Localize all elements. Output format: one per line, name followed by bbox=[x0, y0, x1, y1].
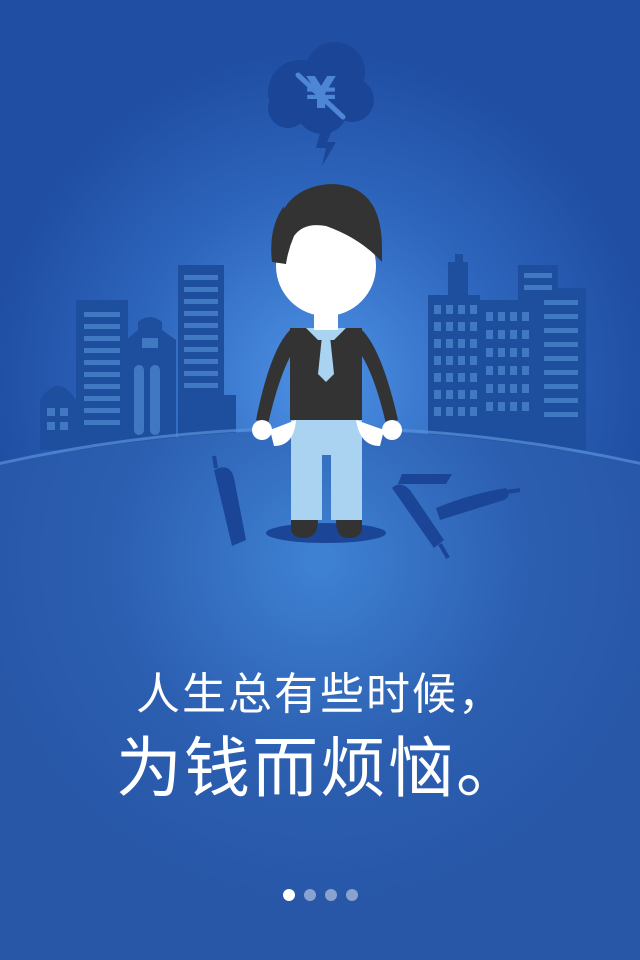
man-shadow bbox=[266, 523, 386, 543]
caption-line-1: 人生总有些时候， bbox=[136, 669, 504, 720]
illustration: ¥ bbox=[0, 0, 640, 960]
onboarding-screen: ¥ bbox=[0, 0, 640, 960]
page-dot-3[interactable] bbox=[324, 889, 337, 901]
caption-line-2: 为钱而烦恼。 bbox=[116, 730, 524, 807]
page-dot-1[interactable] bbox=[282, 889, 295, 901]
page-indicator bbox=[0, 889, 640, 907]
page-dot-2[interactable] bbox=[303, 889, 316, 901]
crossed-yen-icon: ¥ bbox=[295, 68, 346, 120]
page-dot-4[interactable] bbox=[345, 889, 358, 901]
